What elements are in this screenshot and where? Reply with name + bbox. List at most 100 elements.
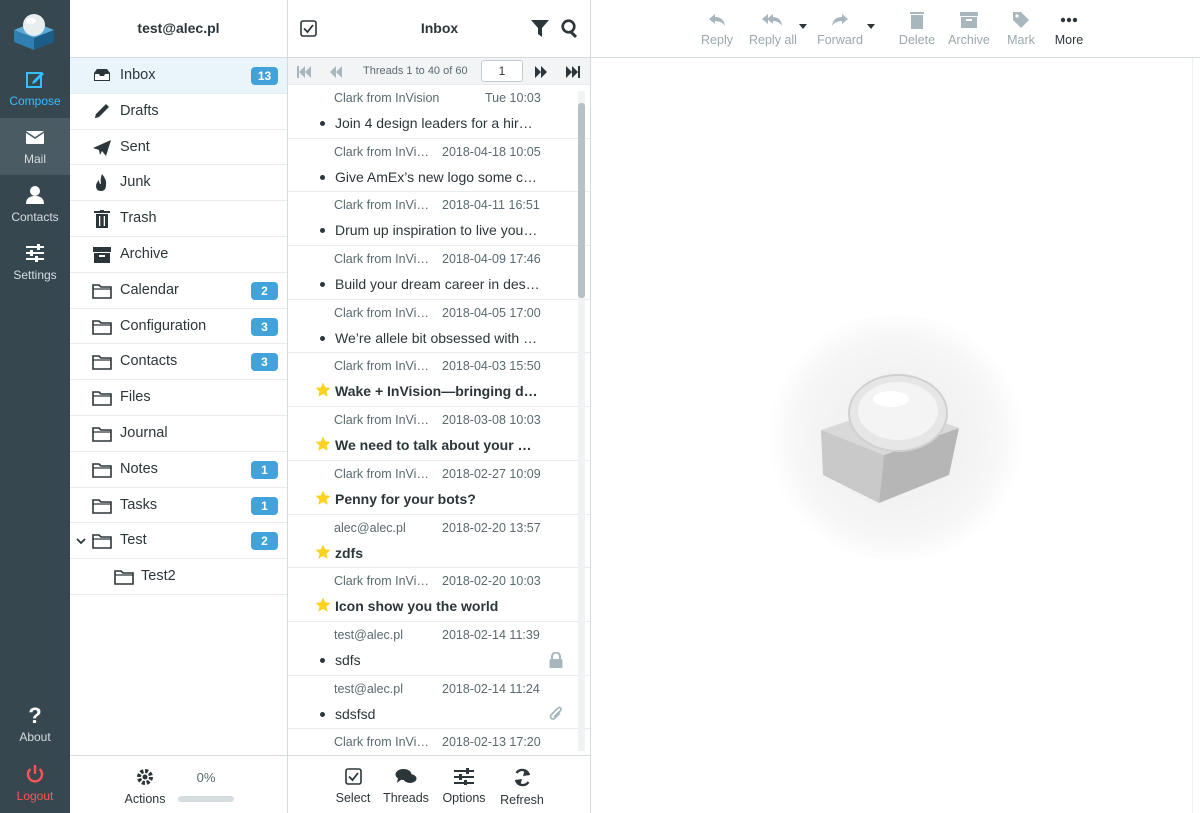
watermark-logo [766,315,1026,560]
folder-item-junk[interactable]: Junk [70,165,287,202]
message-row[interactable]: alec@alec.pl 2018-02-20 13:57 zdfs [288,515,590,569]
folder-item-tasks[interactable]: Tasks 1 [70,488,287,524]
folder-item-drafts[interactable]: Drafts [70,94,287,130]
message-row[interactable]: test@alec.pl 2018-02-14 11:24 sdsfsd [288,676,590,730]
star-icon[interactable] [315,490,331,506]
collapse-chevron-icon[interactable] [76,533,86,545]
status-dot-icon[interactable] [320,657,325,663]
list-scrollbar[interactable] [578,91,585,751]
next-page-icon[interactable] [534,65,548,78]
reply-all-button[interactable]: Reply all [749,11,797,47]
compose-button[interactable]: Compose [0,60,70,117]
actions-label: Actions [124,792,166,806]
status-dot-icon[interactable] [320,174,325,180]
star-icon[interactable] [315,597,331,613]
folder-footer: Actions 0% [70,755,287,813]
folder-icon [92,318,112,336]
folder-item-configuration[interactable]: Configuration 3 [70,309,287,345]
actions-button[interactable]: Actions [122,768,168,806]
message-row[interactable]: Clark from InVision Tue 10:03 Join 4 desig… [288,85,590,139]
folder-item-journal[interactable]: Journal [70,416,287,452]
search-icon[interactable] [561,19,580,41]
logout-button[interactable]: Logout [0,755,70,812]
star-icon[interactable] [315,436,331,452]
message-row[interactable]: Clark from InVis… 2018-04-03 15:50 Wake + … [288,353,590,408]
message-subject: Wake + InVision—bringing desi… [335,383,540,400]
folder-item-trash[interactable]: Trash [70,201,287,237]
status-dot-icon[interactable] [320,228,325,234]
message-date: 2018-04-09 17:46 [442,252,541,267]
logout-label: Logout [16,789,54,803]
power-icon [0,763,70,787]
select-button[interactable]: Select [333,768,373,805]
folder-list: Inbox 13 Drafts Sent Junk Trash Archive Calenda… [70,58,287,595]
about-button[interactable]: ? About [0,696,70,753]
trash-icon [92,210,112,229]
unread-count-badge: 3 [251,353,278,372]
page-number-input[interactable]: 1 [481,60,523,82]
message-date: 2018-04-05 17:00 [442,305,541,320]
message-row[interactable]: Clark from InVis… 2018-02-27 10:09 Penny f… [288,461,590,515]
threads-button[interactable]: Threads [381,768,431,805]
reply-button[interactable]: Reply [699,11,735,47]
folder-name: Drafts [120,102,159,119]
folder-icon [92,532,112,550]
previous-page-icon[interactable] [329,65,343,78]
folder-item-test[interactable]: Test 2 [70,523,287,560]
forward-dropdown-icon[interactable] [867,24,875,29]
folder-item-test2[interactable]: Test2 [70,559,287,595]
message-row[interactable]: test@alec.pl 2018-02-14 11:39 sdfs [288,622,590,676]
options-button[interactable]: Options [439,768,489,805]
delete-button[interactable]: Delete [897,11,937,47]
pencil-icon [92,103,112,121]
folder-icon [92,425,112,443]
folder-item-archive[interactable]: Archive [70,237,287,273]
star-icon[interactable] [315,382,331,398]
settings-button[interactable]: Settings [0,234,70,291]
reply-all-dropdown-icon[interactable] [799,24,807,29]
mark-button[interactable]: Mark [1003,11,1039,47]
folder-item-files[interactable]: Files [70,380,287,416]
mail-button[interactable]: Mail [0,118,70,175]
preview-scrollbar[interactable] [1192,58,1200,813]
status-dot-icon[interactable] [320,121,325,126]
forward-button[interactable]: Forward [815,11,865,47]
folder-name: Inbox [120,67,156,83]
status-dot-icon[interactable] [320,282,325,288]
message-row[interactable]: Clark from InVis… 2018-02-20 10:03 Icon sh… [288,568,590,622]
list-header: Inbox [288,0,590,58]
archive-label: Archive [948,33,990,47]
message-subject: sdfs [335,651,361,668]
message-row[interactable]: Clark from InVis… 2018-04-18 10:05 Give Am… [288,139,590,193]
message-row[interactable]: Clark from InVis… 2018-04-11 16:51 Drum up… [288,192,590,247]
folder-item-inbox[interactable]: Inbox 13 [70,58,287,94]
select-label: Select [335,791,371,805]
contacts-button[interactable]: Contacts [0,176,70,233]
message-sender: Clark from InVis… [334,574,434,589]
folder-item-contacts[interactable]: Contacts 3 [70,344,287,381]
folder-name: Notes [120,460,158,477]
star-icon[interactable] [315,544,331,560]
message-row[interactable]: Clark from InVis… 2018-04-05 17:00 We’re a… [288,300,590,354]
archive-button[interactable]: Archive [947,11,991,47]
folder-item-sent[interactable]: Sent [70,130,287,166]
list-scrollbar-thumb[interactable] [578,103,585,298]
status-dot-icon[interactable] [320,711,325,717]
message-row[interactable]: Clark from InVis… 2018-03-08 10:03 We need… [288,407,590,461]
folder-item-calendar[interactable]: Calendar 2 [70,273,287,309]
list-footer: Select Threads Options Refresh [288,755,590,813]
status-dot-icon[interactable] [320,335,325,341]
filter-icon[interactable] [531,19,549,41]
forward-icon [830,14,850,32]
sliders-icon [454,768,474,788]
refresh-label: Refresh [500,793,544,807]
message-sender: Clark from InVis… [334,466,434,481]
message-date: 2018-04-18 10:05 [442,144,541,159]
first-page-icon[interactable] [297,65,311,78]
folder-item-notes[interactable]: Notes 1 [70,452,287,488]
message-row[interactable]: Clark from InVis… 2018-04-09 17:46 Build y… [288,246,590,300]
refresh-button[interactable]: Refresh [497,768,547,807]
more-button[interactable]: More [1049,11,1089,47]
roundcube-logo[interactable] [11,8,57,52]
last-page-icon[interactable] [566,65,580,78]
